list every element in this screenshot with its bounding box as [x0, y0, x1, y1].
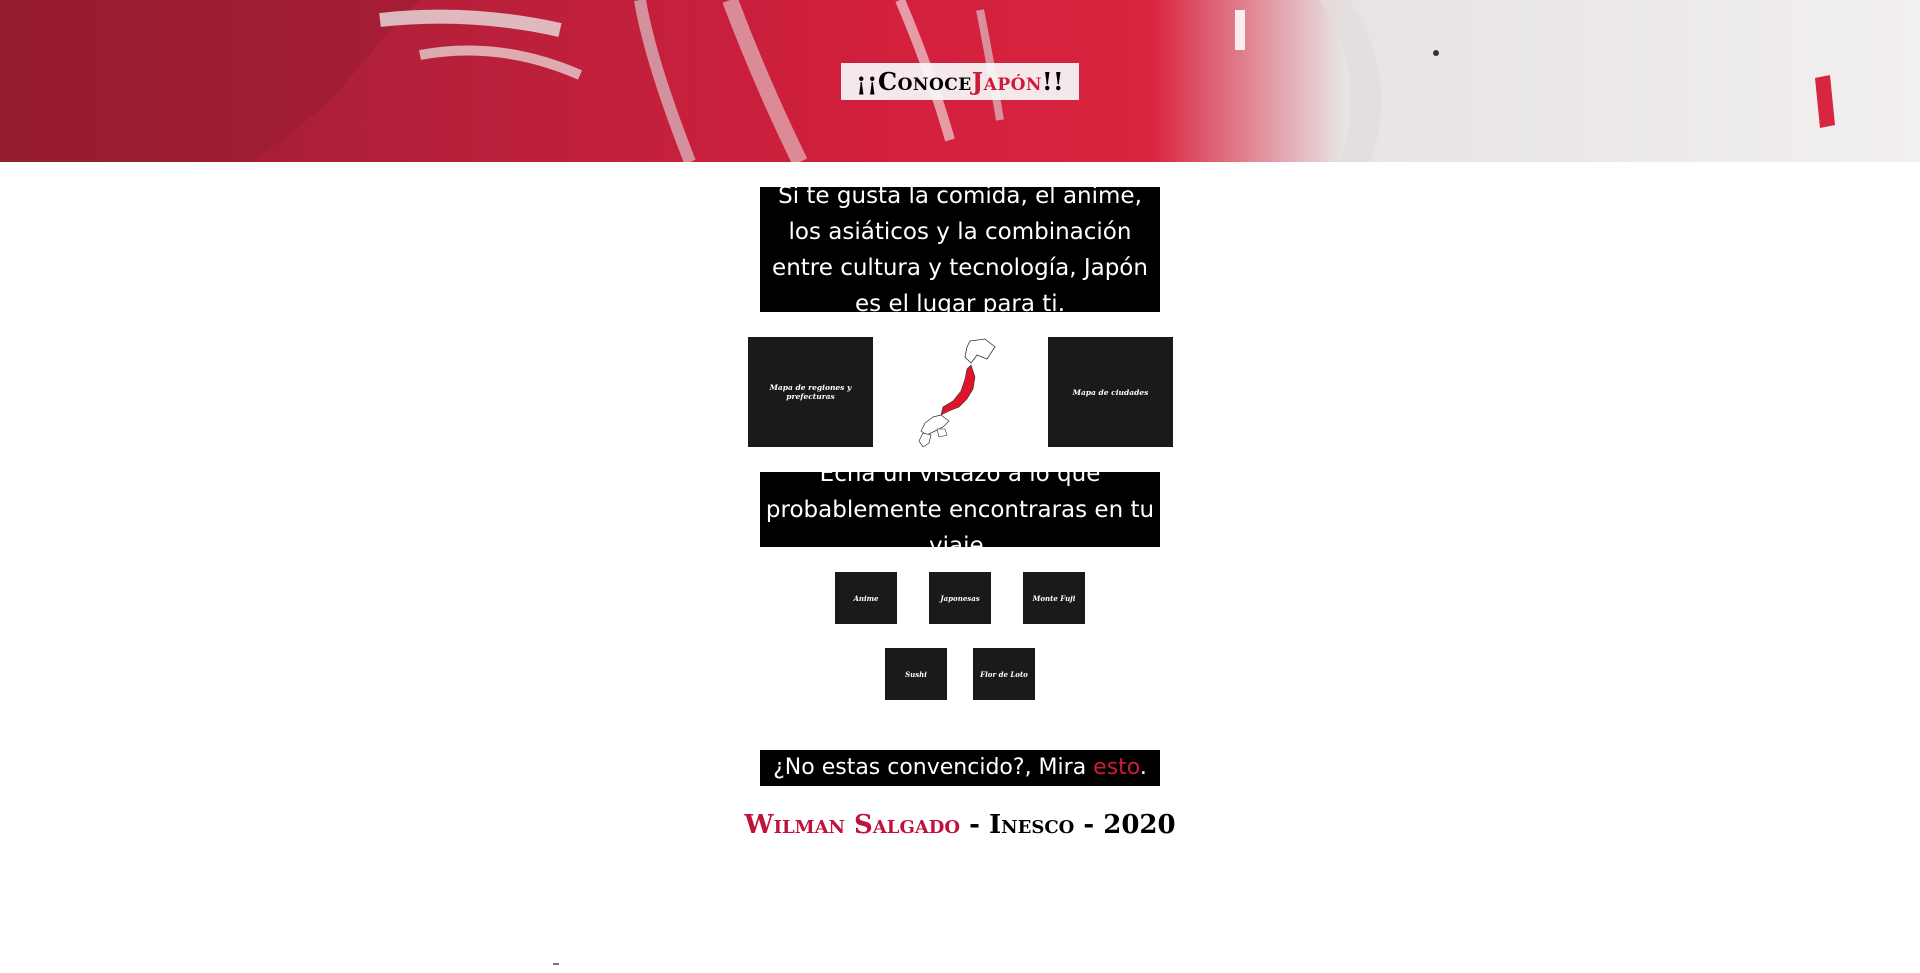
monte-fuji-label: Monte Fuji [1032, 593, 1076, 603]
title-prefix: ¡¡Conoce [855, 67, 972, 96]
regions-map-label: Mapa de regiones y prefecturas [769, 383, 852, 401]
japonesas-button[interactable]: Japonesas [929, 572, 991, 624]
flor-de-loto-label: Flor de Loto [980, 669, 1028, 679]
author-name: Wilman Salgado [744, 810, 961, 840]
anime-label: Anime [853, 593, 879, 603]
look-text: Echa un vistazo a lo que probablemente e… [765, 460, 1155, 559]
convinced-prefix: ¿No estas convencido?, Mira [773, 755, 1094, 780]
monte-fuji-button[interactable]: Monte Fuji [1023, 572, 1085, 624]
intro-text: Si te gusta la comida, el anime, los asi… [772, 182, 1148, 317]
page-title: ¡¡Conoce Japón!! [841, 63, 1079, 100]
anime-button[interactable]: Anime [835, 572, 897, 624]
look-box: Echa un vistazo a lo que probablemente e… [760, 461, 1160, 559]
intro-box: Si te gusta la comida, el anime, los asi… [760, 183, 1160, 317]
footer-credits: Wilman Salgado - Inesco - 2020 [740, 810, 1180, 848]
convinced-box: ¿No estas convencido?, Mira esto. [760, 750, 1160, 786]
regions-map-button[interactable]: Mapa de regiones y prefecturas [748, 337, 873, 447]
hero-banner: ¡¡Conoce Japón!! [0, 0, 1920, 162]
japan-map-image [918, 338, 996, 447]
convinced-suffix: . [1139, 755, 1147, 780]
title-suffix: !! [1041, 67, 1065, 96]
cities-map-button[interactable]: Mapa de ciudades [1048, 337, 1173, 447]
stray-mark [553, 963, 559, 965]
sushi-button[interactable]: Sushi [885, 648, 947, 700]
cities-map-label: Mapa de ciudades [1072, 387, 1149, 397]
convinced-link[interactable]: esto [1093, 755, 1140, 780]
footer-rest: - Inesco - 2020 [960, 810, 1176, 840]
japonesas-label: Japonesas [940, 593, 980, 603]
sushi-label: Sushi [905, 669, 927, 679]
title-accent: Japón [971, 67, 1042, 96]
flor-de-loto-button[interactable]: Flor de Loto [973, 648, 1035, 700]
